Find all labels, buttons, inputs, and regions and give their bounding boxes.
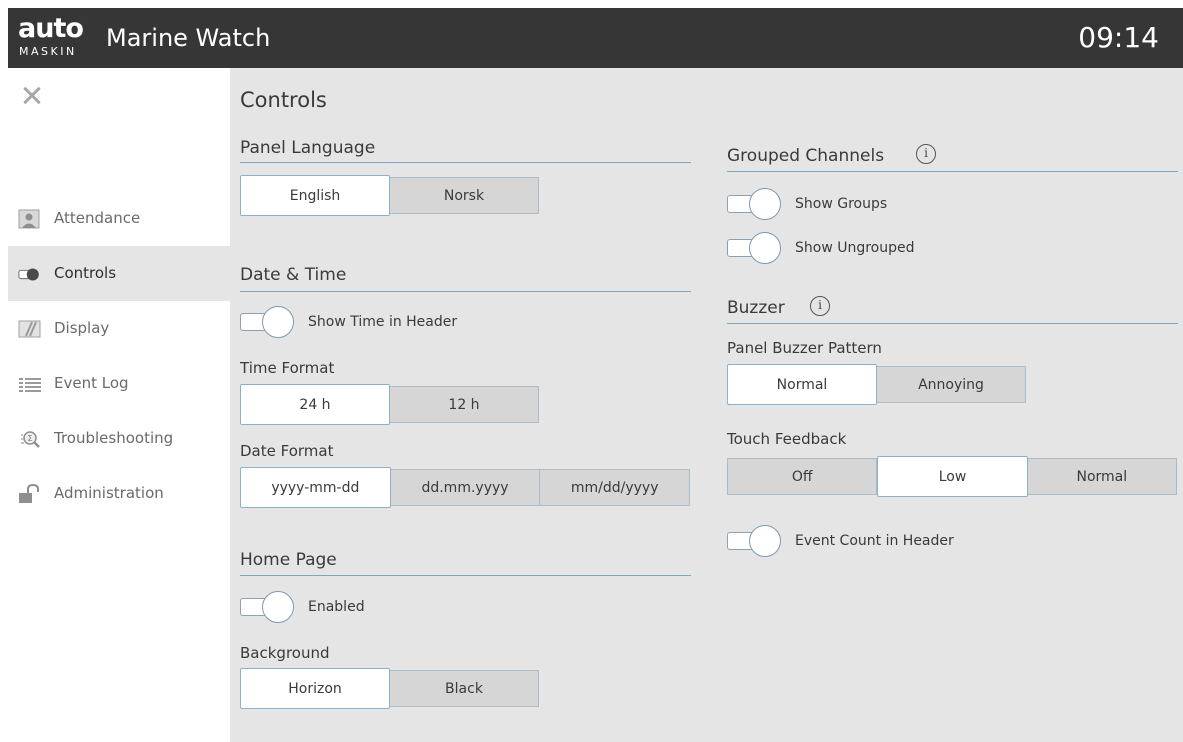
info-icon[interactable]: i	[810, 296, 830, 316]
touch-feedback-selector: Off Low Normal	[727, 456, 1177, 497]
time-format-option-12h[interactable]: 12 h	[390, 386, 539, 423]
toggle-label: Event Count in Header	[795, 533, 954, 549]
buzzer-pattern-option-normal[interactable]: Normal	[727, 364, 877, 405]
toggle-icon	[18, 268, 39, 281]
auto-maskin-logo: auto MASKIN	[18, 13, 90, 62]
buzzer-pattern-option-annoying[interactable]: Annoying	[877, 366, 1026, 403]
home-page-enabled-toggle[interactable]: Enabled	[240, 591, 400, 623]
toggle-knob	[749, 232, 781, 264]
language-option-norsk[interactable]: Norsk	[390, 177, 539, 214]
sidebar-item-event-log[interactable]: Event Log	[8, 356, 230, 411]
sidebar-item-administration[interactable]: Administration	[8, 466, 230, 521]
panel-language-heading: Panel Language	[240, 138, 376, 158]
show-time-in-header-toggle[interactable]: Show Time in Header	[240, 306, 480, 338]
page-title: Controls	[240, 88, 327, 112]
toggle-label: Enabled	[308, 599, 365, 615]
sidebar-item-controls[interactable]: Controls	[8, 246, 230, 301]
date-format-selector: yyyy-mm-dd dd.mm.yyyy mm/dd/yyyy	[240, 467, 691, 508]
date-time-heading: Date & Time	[240, 265, 347, 285]
sidebar-item-display[interactable]: Display	[8, 301, 230, 356]
date-format-option-dotted[interactable]: dd.mm.yyyy	[390, 469, 541, 506]
touch-feedback-option-off[interactable]: Off	[727, 458, 878, 495]
language-option-english[interactable]: English	[240, 175, 390, 216]
section-divider	[240, 291, 691, 292]
toggle-label: Show Time in Header	[308, 314, 458, 330]
panel-language-selector: English Norsk	[240, 175, 539, 216]
event-count-in-header-toggle[interactable]: Event Count in Header	[727, 525, 977, 557]
info-icon[interactable]: i	[916, 144, 936, 164]
background-selector: Horizon Black	[240, 668, 539, 709]
section-divider	[240, 162, 691, 163]
svg-text:Σ: Σ	[28, 434, 33, 443]
toggle-knob	[749, 525, 781, 557]
toggle-label: Show Groups	[795, 196, 888, 212]
app-title: Marine Watch	[106, 24, 271, 52]
sidebar-item-attendance[interactable]: Attendance	[8, 191, 230, 246]
sidebar-item-label: Administration	[54, 484, 164, 502]
section-divider	[727, 323, 1178, 324]
header-clock: 09:14	[1078, 21, 1159, 54]
touch-feedback-option-normal[interactable]: Normal	[1027, 458, 1177, 495]
toggle-knob	[262, 306, 294, 338]
display-icon	[18, 320, 41, 338]
sidebar-item-label: Event Log	[54, 374, 129, 392]
app-frame: auto MASKIN Marine Watch 09:14 Attendanc…	[8, 8, 1183, 742]
magnifier-icon: Σ	[21, 431, 40, 448]
toggle-knob	[749, 188, 781, 220]
sidebar-item-label: Controls	[54, 264, 117, 282]
show-groups-toggle[interactable]: Show Groups	[727, 188, 927, 220]
date-format-option-iso[interactable]: yyyy-mm-dd	[240, 467, 391, 508]
sidebar: Attendance Controls Display Event Log Σ …	[8, 68, 230, 742]
background-option-horizon[interactable]: Horizon	[240, 668, 390, 709]
panel-buzzer-pattern-label: Panel Buzzer Pattern	[727, 339, 882, 357]
padlock-icon	[19, 484, 39, 503]
sidebar-item-label: Display	[54, 319, 110, 337]
date-format-option-us[interactable]: mm/dd/yyyy	[540, 469, 691, 506]
toggle-knob	[262, 591, 294, 623]
time-format-option-24h[interactable]: 24 h	[240, 384, 390, 425]
time-format-selector: 24 h 12 h	[240, 384, 539, 425]
sidebar-item-label: Attendance	[54, 209, 141, 227]
person-icon	[18, 209, 40, 229]
logo-subtitle: MASKIN	[19, 45, 77, 58]
date-format-label: Date Format	[240, 442, 334, 460]
background-label: Background	[240, 644, 330, 662]
background-option-black[interactable]: Black	[390, 670, 539, 707]
section-divider	[727, 171, 1178, 172]
controls-panel: Controls Panel Language English Norsk Da…	[230, 68, 1183, 742]
sidebar-item-troubleshooting[interactable]: Σ Troubleshooting	[8, 411, 230, 466]
touch-feedback-label: Touch Feedback	[727, 430, 847, 448]
buzzer-pattern-selector: Normal Annoying	[727, 364, 1026, 405]
close-icon[interactable]	[20, 84, 44, 108]
sidebar-item-label: Troubleshooting	[54, 429, 174, 447]
grouped-channels-heading: Grouped Channels	[727, 146, 885, 166]
list-icon	[19, 378, 41, 392]
buzzer-heading: Buzzer	[727, 298, 785, 318]
home-page-heading: Home Page	[240, 550, 337, 570]
touch-feedback-option-low[interactable]: Low	[877, 456, 1028, 497]
toggle-label: Show Ungrouped	[795, 240, 915, 256]
show-ungrouped-toggle[interactable]: Show Ungrouped	[727, 232, 947, 264]
time-format-label: Time Format	[240, 359, 335, 377]
logo-wordmark: auto	[18, 13, 84, 44]
header-bar: auto MASKIN Marine Watch 09:14	[8, 8, 1183, 68]
section-divider	[240, 575, 691, 576]
